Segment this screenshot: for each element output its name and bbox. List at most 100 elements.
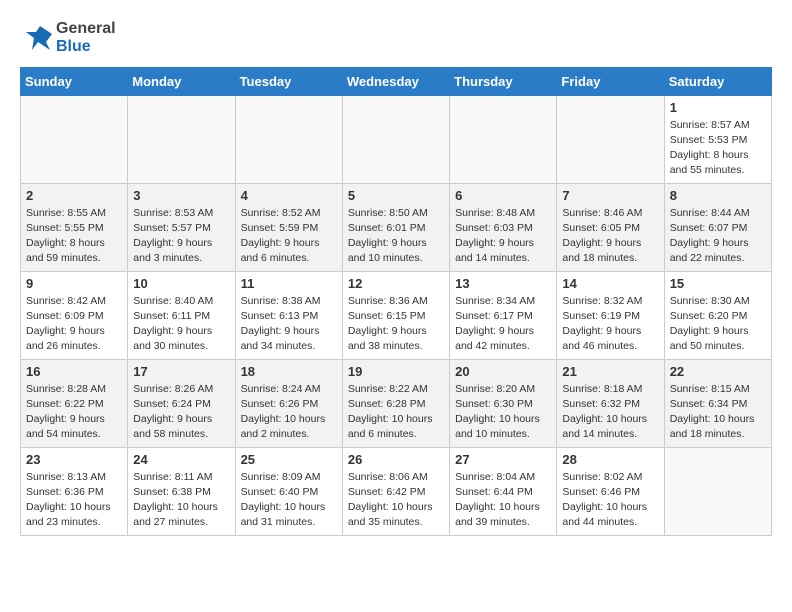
day-info: Sunrise: 8:24 AM Sunset: 6:26 PM Dayligh…	[241, 382, 337, 443]
calendar-week-4: 16 Sunrise: 8:28 AM Sunset: 6:22 PM Dayli…	[21, 359, 772, 447]
day-number: 1	[670, 100, 766, 115]
calendar-cell: 18 Sunrise: 8:24 AM Sunset: 6:26 PM Dayli…	[235, 359, 342, 447]
weekday-header-friday: Friday	[557, 67, 664, 95]
weekday-header-sunday: Sunday	[21, 67, 128, 95]
day-number: 18	[241, 364, 337, 379]
day-number: 6	[455, 188, 551, 203]
day-number: 23	[26, 452, 122, 467]
day-info: Sunrise: 8:20 AM Sunset: 6:30 PM Dayligh…	[455, 382, 551, 443]
calendar-cell: 19 Sunrise: 8:22 AM Sunset: 6:28 PM Dayli…	[342, 359, 449, 447]
day-number: 7	[562, 188, 658, 203]
day-number: 3	[133, 188, 229, 203]
logo-combined: General Blue	[20, 20, 116, 57]
day-info: Sunrise: 8:15 AM Sunset: 6:34 PM Dayligh…	[670, 382, 766, 443]
day-number: 5	[348, 188, 444, 203]
day-number: 19	[348, 364, 444, 379]
day-info: Sunrise: 8:40 AM Sunset: 6:11 PM Dayligh…	[133, 294, 229, 355]
calendar-cell	[235, 95, 342, 183]
day-info: Sunrise: 8:22 AM Sunset: 6:28 PM Dayligh…	[348, 382, 444, 443]
calendar-cell: 7 Sunrise: 8:46 AM Sunset: 6:05 PM Daylig…	[557, 183, 664, 271]
day-info: Sunrise: 8:34 AM Sunset: 6:17 PM Dayligh…	[455, 294, 551, 355]
calendar-cell: 15 Sunrise: 8:30 AM Sunset: 6:20 PM Dayli…	[664, 271, 771, 359]
day-info: Sunrise: 8:46 AM Sunset: 6:05 PM Dayligh…	[562, 206, 658, 267]
calendar-cell: 23 Sunrise: 8:13 AM Sunset: 6:36 PM Dayli…	[21, 447, 128, 535]
weekday-header-thursday: Thursday	[450, 67, 557, 95]
weekday-header-wednesday: Wednesday	[342, 67, 449, 95]
day-number: 4	[241, 188, 337, 203]
day-info: Sunrise: 8:04 AM Sunset: 6:44 PM Dayligh…	[455, 470, 551, 531]
weekday-header-saturday: Saturday	[664, 67, 771, 95]
day-number: 20	[455, 364, 551, 379]
day-number: 15	[670, 276, 766, 291]
day-info: Sunrise: 8:28 AM Sunset: 6:22 PM Dayligh…	[26, 382, 122, 443]
day-info: Sunrise: 8:32 AM Sunset: 6:19 PM Dayligh…	[562, 294, 658, 355]
calendar-cell: 17 Sunrise: 8:26 AM Sunset: 6:24 PM Dayli…	[128, 359, 235, 447]
calendar-week-3: 9 Sunrise: 8:42 AM Sunset: 6:09 PM Daylig…	[21, 271, 772, 359]
calendar-table: SundayMondayTuesdayWednesdayThursdayFrid…	[20, 67, 772, 536]
day-info: Sunrise: 8:13 AM Sunset: 6:36 PM Dayligh…	[26, 470, 122, 531]
calendar-cell: 12 Sunrise: 8:36 AM Sunset: 6:15 PM Dayli…	[342, 271, 449, 359]
day-info: Sunrise: 8:11 AM Sunset: 6:38 PM Dayligh…	[133, 470, 229, 531]
day-number: 24	[133, 452, 229, 467]
day-number: 22	[670, 364, 766, 379]
weekday-header-row: SundayMondayTuesdayWednesdayThursdayFrid…	[21, 67, 772, 95]
calendar-cell: 26Sunrise: 8:06 AM Sunset: 6:42 PM Dayli…	[342, 447, 449, 535]
day-info: Sunrise: 8:09 AM Sunset: 6:40 PM Dayligh…	[241, 470, 337, 531]
day-info: Sunrise: 8:52 AM Sunset: 5:59 PM Dayligh…	[241, 206, 337, 267]
day-number: 27	[455, 452, 551, 467]
calendar-week-1: 1Sunrise: 8:57 AM Sunset: 5:53 PM Daylig…	[21, 95, 772, 183]
day-info: Sunrise: 8:26 AM Sunset: 6:24 PM Dayligh…	[133, 382, 229, 443]
day-number: 11	[241, 276, 337, 291]
day-number: 2	[26, 188, 122, 203]
day-info: Sunrise: 8:53 AM Sunset: 5:57 PM Dayligh…	[133, 206, 229, 267]
calendar-cell: 25Sunrise: 8:09 AM Sunset: 6:40 PM Dayli…	[235, 447, 342, 535]
day-info: Sunrise: 8:48 AM Sunset: 6:03 PM Dayligh…	[455, 206, 551, 267]
calendar-cell	[128, 95, 235, 183]
calendar-cell: 8 Sunrise: 8:44 AM Sunset: 6:07 PM Daylig…	[664, 183, 771, 271]
page-header: General Blue	[20, 20, 772, 57]
day-number: 14	[562, 276, 658, 291]
logo: General Blue	[20, 20, 116, 57]
day-info: Sunrise: 8:50 AM Sunset: 6:01 PM Dayligh…	[348, 206, 444, 267]
calendar-cell: 1Sunrise: 8:57 AM Sunset: 5:53 PM Daylig…	[664, 95, 771, 183]
calendar-cell: 9 Sunrise: 8:42 AM Sunset: 6:09 PM Daylig…	[21, 271, 128, 359]
calendar-week-2: 2 Sunrise: 8:55 AM Sunset: 5:55 PM Daylig…	[21, 183, 772, 271]
calendar-cell: 5 Sunrise: 8:50 AM Sunset: 6:01 PM Daylig…	[342, 183, 449, 271]
calendar-week-5: 23 Sunrise: 8:13 AM Sunset: 6:36 PM Dayli…	[21, 447, 772, 535]
day-info: Sunrise: 8:36 AM Sunset: 6:15 PM Dayligh…	[348, 294, 444, 355]
day-info: Sunrise: 8:44 AM Sunset: 6:07 PM Dayligh…	[670, 206, 766, 267]
day-info: Sunrise: 8:55 AM Sunset: 5:55 PM Dayligh…	[26, 206, 122, 267]
day-info: Sunrise: 8:38 AM Sunset: 6:13 PM Dayligh…	[241, 294, 337, 355]
calendar-cell: 11 Sunrise: 8:38 AM Sunset: 6:13 PM Dayli…	[235, 271, 342, 359]
calendar-cell: 21Sunrise: 8:18 AM Sunset: 6:32 PM Dayli…	[557, 359, 664, 447]
calendar-cell: 6 Sunrise: 8:48 AM Sunset: 6:03 PM Daylig…	[450, 183, 557, 271]
calendar-cell	[664, 447, 771, 535]
day-number: 17	[133, 364, 229, 379]
calendar-cell	[557, 95, 664, 183]
calendar-cell	[342, 95, 449, 183]
day-info: Sunrise: 8:30 AM Sunset: 6:20 PM Dayligh…	[670, 294, 766, 355]
day-number: 8	[670, 188, 766, 203]
calendar-cell: 28Sunrise: 8:02 AM Sunset: 6:46 PM Dayli…	[557, 447, 664, 535]
calendar-body: 1Sunrise: 8:57 AM Sunset: 5:53 PM Daylig…	[21, 95, 772, 535]
calendar-cell: 13Sunrise: 8:34 AM Sunset: 6:17 PM Dayli…	[450, 271, 557, 359]
day-number: 21	[562, 364, 658, 379]
calendar-cell	[21, 95, 128, 183]
day-info: Sunrise: 8:42 AM Sunset: 6:09 PM Dayligh…	[26, 294, 122, 355]
calendar-cell: 14 Sunrise: 8:32 AM Sunset: 6:19 PM Dayli…	[557, 271, 664, 359]
day-number: 28	[562, 452, 658, 467]
calendar-cell: 3 Sunrise: 8:53 AM Sunset: 5:57 PM Daylig…	[128, 183, 235, 271]
calendar-cell	[450, 95, 557, 183]
day-number: 16	[26, 364, 122, 379]
calendar-cell: 2 Sunrise: 8:55 AM Sunset: 5:55 PM Daylig…	[21, 183, 128, 271]
calendar-cell: 4 Sunrise: 8:52 AM Sunset: 5:59 PM Daylig…	[235, 183, 342, 271]
calendar-cell: 10 Sunrise: 8:40 AM Sunset: 6:11 PM Dayli…	[128, 271, 235, 359]
calendar-cell: 24 Sunrise: 8:11 AM Sunset: 6:38 PM Dayli…	[128, 447, 235, 535]
logo-blue-text: Blue	[56, 38, 116, 56]
calendar-cell: 22 Sunrise: 8:15 AM Sunset: 6:34 PM Dayli…	[664, 359, 771, 447]
weekday-header-tuesday: Tuesday	[235, 67, 342, 95]
day-number: 26	[348, 452, 444, 467]
day-number: 10	[133, 276, 229, 291]
day-number: 12	[348, 276, 444, 291]
day-number: 9	[26, 276, 122, 291]
